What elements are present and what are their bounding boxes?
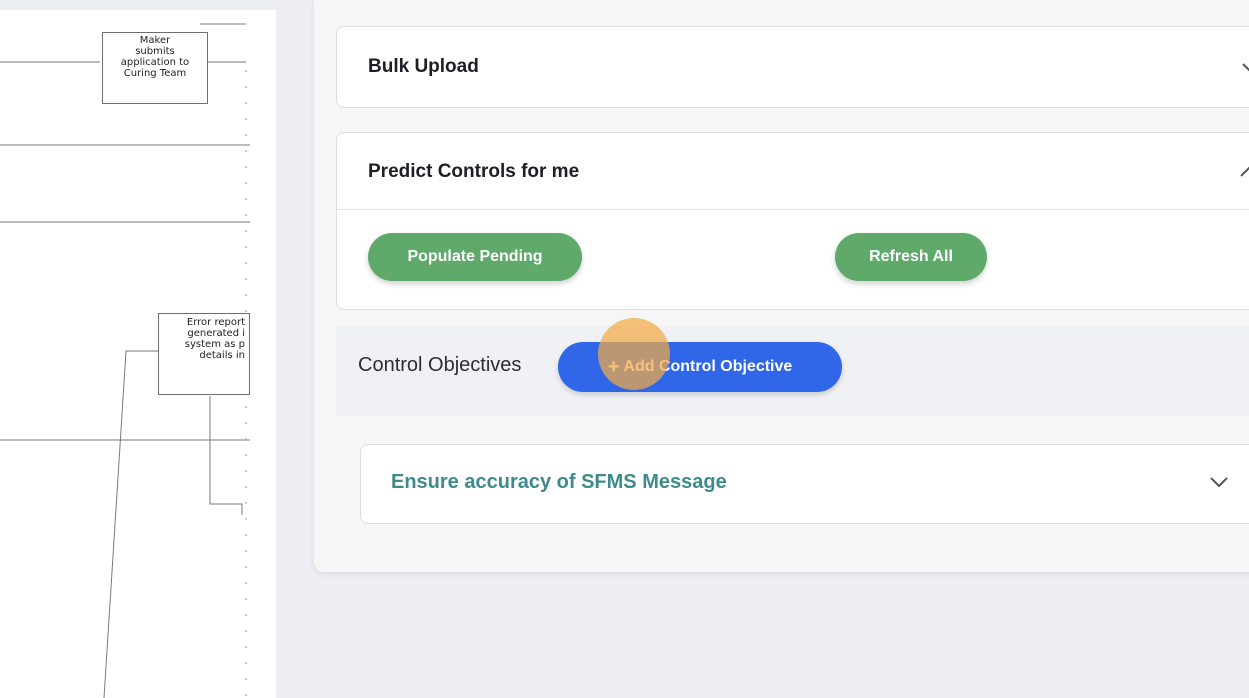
add-control-objective-label: Add Control Objective [623, 358, 793, 375]
diagram-node-maker: Maker submits application to Curing Team [102, 32, 208, 104]
bulk-upload-section[interactable]: Bulk Upload [336, 26, 1249, 108]
controls-panel: Bulk Upload Predict Controls for me Popu… [314, 0, 1249, 572]
predict-controls-title: Predict Controls for me [368, 161, 580, 182]
refresh-all-button[interactable]: Refresh All [835, 233, 987, 281]
add-control-objective-button[interactable]: + Add Control Objective [558, 342, 842, 392]
control-objectives-label: Control Objectives [358, 354, 522, 376]
diagram-node-error-report: Error report generated i system as p det… [158, 313, 250, 395]
chevron-down-icon[interactable] [1209, 471, 1229, 493]
control-objective-title: Ensure accuracy of SFMS Message [391, 471, 727, 493]
chevron-down-icon[interactable] [1241, 57, 1249, 79]
process-diagram-panel: Maker submits application to Curing Team… [0, 10, 276, 698]
section-divider [337, 209, 1249, 210]
control-objectives-header: Control Objectives + Add Control Objecti… [336, 326, 1249, 416]
populate-pending-button[interactable]: Populate Pending [368, 233, 582, 281]
plus-icon: + [607, 355, 620, 378]
predict-controls-section: Predict Controls for me Populate Pending… [336, 132, 1249, 310]
bulk-upload-title: Bulk Upload [368, 56, 479, 77]
chevron-up-icon[interactable] [1239, 161, 1249, 183]
control-objective-item[interactable]: Ensure accuracy of SFMS Message [360, 444, 1249, 524]
